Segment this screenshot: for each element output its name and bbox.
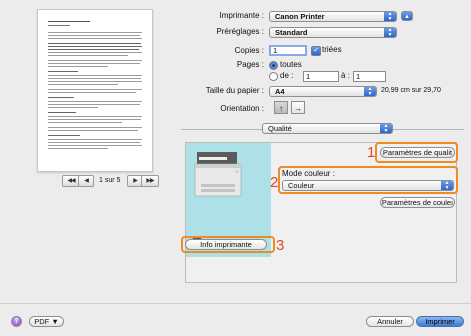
collated-label: triées <box>322 45 342 54</box>
collated-checkbox[interactable]: ✓ <box>311 46 321 56</box>
paper-size-label: Taille du papier : <box>205 86 264 95</box>
color-mode-label: Mode couleur : <box>282 169 335 178</box>
color-settings-button[interactable]: Paramètres de couleı <box>380 197 455 208</box>
pages-from-field[interactable]: 1 <box>303 71 339 82</box>
paper-size-value: A4 <box>275 87 285 96</box>
paper-dimensions: 20,99 cm sur 29,70 <box>381 87 441 94</box>
landscape-orientation-icon[interactable]: → <box>291 101 305 114</box>
popup-arrows-icon: ▲ ▼ <box>364 87 376 96</box>
pages-to-label: à : <box>341 71 350 80</box>
popup-arrows-icon: ▲ ▼ <box>441 181 453 190</box>
callout-3-number: 3 <box>276 237 285 254</box>
section-popup[interactable]: Qualité ▲ ▼ <box>262 123 393 134</box>
popup-arrows-icon: ▲ ▼ <box>384 12 396 21</box>
printer-popup[interactable]: Canon Printer ▲ ▼ <box>269 11 397 22</box>
last-page-button[interactable]: ▶▶ <box>141 175 159 187</box>
copies-field[interactable]: 1 <box>269 45 307 56</box>
pages-all-radio[interactable] <box>269 61 278 70</box>
presets-label: Préréglages : <box>216 27 264 36</box>
print-button[interactable]: Imprimer <box>416 316 464 327</box>
printer-value: Canon Printer <box>275 12 325 21</box>
popup-arrows-icon: ▲ ▼ <box>384 28 396 37</box>
orientation-label: Orientation : <box>220 104 264 113</box>
presets-popup[interactable]: Standard ▲ ▼ <box>269 27 397 38</box>
printer-label: Imprimante : <box>219 11 264 20</box>
previous-page-button[interactable]: ◀ <box>78 175 94 187</box>
paper-size-popup[interactable]: A4 ▲ ▼ <box>269 86 377 97</box>
page-navigation: ◀◀ ◀ 1 sur 5 ▶ ▶▶ <box>62 175 162 187</box>
pages-from-label: de : <box>280 71 294 80</box>
color-mode-popup[interactable]: Couleur ▲ ▼ <box>282 180 454 191</box>
pages-range-radio[interactable] <box>269 72 278 81</box>
printer-info-button[interactable]: Info imprimante <box>185 239 267 250</box>
copies-label: Copies : <box>234 46 264 55</box>
quality-settings-button[interactable]: Paramètres de qualit <box>380 147 455 158</box>
color-mode-value: Couleur <box>288 181 315 190</box>
help-button[interactable]: ? <box>11 316 22 327</box>
printer-expand-button[interactable]: ▲ <box>401 11 413 21</box>
cancel-button[interactable]: Annuler <box>366 316 414 327</box>
pages-label: Pages : <box>236 60 264 69</box>
page-preview <box>37 9 153 172</box>
presets-value: Standard <box>275 28 308 37</box>
section-value: Qualité <box>268 124 292 133</box>
pdf-button[interactable]: PDF ▼ <box>29 316 64 327</box>
popup-arrows-icon: ▲ ▼ <box>380 124 392 133</box>
footer-separator <box>0 303 471 304</box>
printer-image <box>194 152 242 197</box>
page-indicator: 1 sur 5 <box>99 177 121 184</box>
portrait-orientation-icon[interactable]: ↑ <box>274 101 288 114</box>
pages-to-field[interactable]: 1 <box>353 71 386 82</box>
